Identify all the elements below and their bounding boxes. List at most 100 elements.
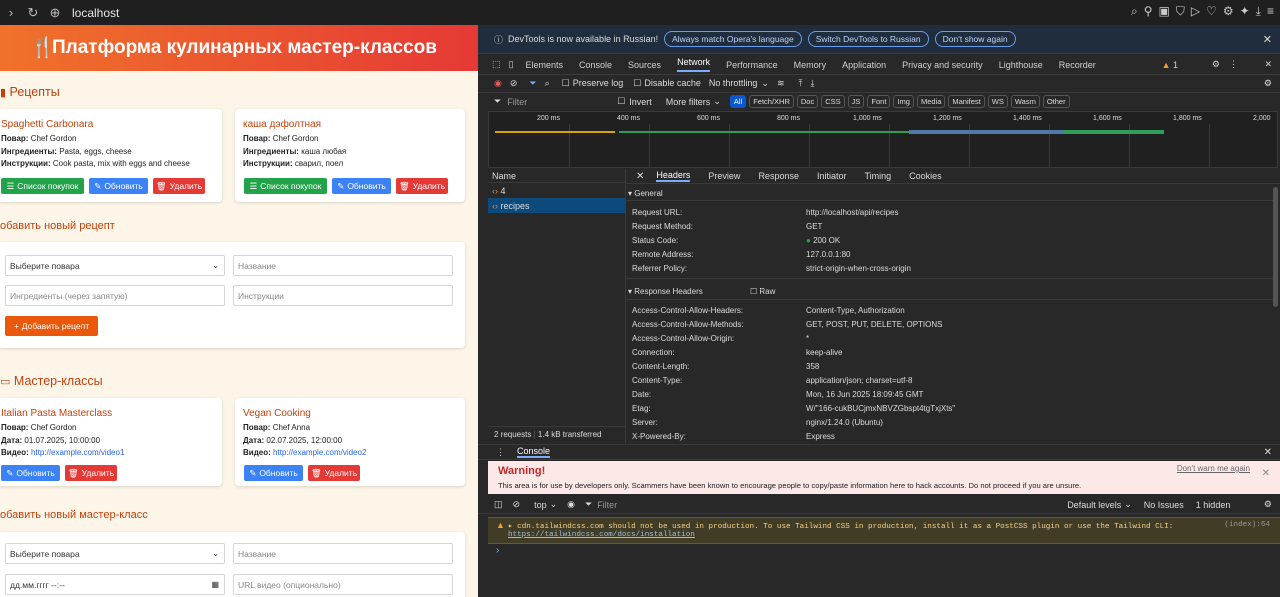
video-link[interactable]: http://example.com/video2 <box>273 448 366 457</box>
request-row[interactable]: ‹› 4 <box>488 183 625 198</box>
close-warning-icon[interactable]: ✕ <box>1262 468 1270 479</box>
tab-response[interactable]: Response <box>758 171 799 181</box>
disable-cache-checkbox[interactable]: ☐ <box>633 78 641 89</box>
shopping-list-button[interactable]: ☰ Список покупок <box>1 178 84 194</box>
tab-elements[interactable]: Elements <box>525 60 563 70</box>
chip-other[interactable]: Other <box>1042 95 1070 108</box>
tab-initiator[interactable]: Initiator <box>817 171 847 181</box>
chip-doc[interactable]: Doc <box>796 95 819 108</box>
invert-checkbox[interactable]: ☐ <box>617 96 625 107</box>
update-button[interactable]: ✎ Обновить <box>1 465 60 481</box>
tab-console-drawer[interactable]: Console <box>517 446 551 458</box>
sidebar-toggle-icon[interactable]: ◫ <box>494 499 503 510</box>
chip-css[interactable]: CSS <box>821 95 845 108</box>
filter-icon[interactable]: ⏷ <box>529 78 536 89</box>
tab-sources[interactable]: Sources <box>628 60 661 70</box>
wifi-icon[interactable]: ≋ <box>777 78 785 89</box>
camera-icon[interactable]: ▣ <box>1158 4 1169 19</box>
record-icon[interactable]: ◉ <box>494 78 502 89</box>
log-levels-select[interactable]: Default levels <box>1067 500 1121 510</box>
calendar-icon[interactable]: ▦ <box>211 580 219 589</box>
dont-warn-link[interactable]: Don't warn me again <box>1177 464 1250 473</box>
tab-application[interactable]: Application <box>842 60 886 70</box>
close-details-icon[interactable]: ✕ <box>636 171 644 182</box>
network-timeline[interactable]: 200 ms 400 ms 600 ms 800 ms 1,000 ms 1,2… <box>488 111 1278 168</box>
tab-lighthouse[interactable]: Lighthouse <box>999 60 1043 70</box>
search-icon[interactable]: ⌕ <box>545 78 550 89</box>
dont-show-again-button[interactable]: Don't show again <box>934 31 1016 47</box>
tab-console[interactable]: Console <box>579 60 612 70</box>
log-link[interactable]: https://tailwindcss.com/docs/installatio… <box>508 531 695 539</box>
throttling-select[interactable]: No throttling <box>709 78 758 88</box>
preserve-log-checkbox[interactable]: ☐ <box>562 78 570 89</box>
name-column-header[interactable]: Name <box>488 169 625 183</box>
context-select[interactable]: top <box>534 500 547 510</box>
chip-wasm[interactable]: Wasm <box>1010 95 1040 108</box>
delete-button[interactable]: 🗑 Удалить <box>153 178 205 194</box>
delete-button[interactable]: 🗑 Удалить <box>308 465 360 481</box>
extensions-icon[interactable]: ✦ <box>1240 4 1250 19</box>
console-prompt-icon[interactable]: › <box>496 545 499 556</box>
tab-performance[interactable]: Performance <box>726 60 778 70</box>
chef-select[interactable]: Выберите повара ⌄ <box>5 255 225 276</box>
switch-language-button[interactable]: Switch DevTools to Russian <box>807 31 929 47</box>
device-icon[interactable]: ▯ <box>509 59 514 70</box>
import-icon[interactable]: ⤒ <box>799 78 803 89</box>
delete-button[interactable]: 🗑 Удалить <box>65 465 117 481</box>
close-devtools-icon[interactable]: ✕ <box>1264 59 1272 70</box>
update-button[interactable]: ✎ Обновить <box>244 465 303 481</box>
request-row-selected[interactable]: ‹› recipes <box>488 198 625 213</box>
pin-icon[interactable]: ⚲ <box>1144 4 1153 19</box>
update-button[interactable]: ✎ Обновить <box>332 178 391 194</box>
eye-icon[interactable]: ◉ <box>567 499 575 510</box>
video-url-input[interactable]: URL видео (опционально) <box>233 574 453 595</box>
network-filter-input[interactable]: Filter <box>507 97 617 107</box>
chef-select[interactable]: Выберите повара ⌄ <box>5 543 225 564</box>
tab-headers[interactable]: Headers <box>656 170 691 182</box>
chip-all[interactable]: All <box>729 95 747 108</box>
shield-icon[interactable]: ⛉ <box>1176 4 1185 19</box>
settings-icon[interactable]: ⚙ <box>1223 4 1234 19</box>
search-icon[interactable]: ⌕ <box>1131 4 1138 19</box>
forward-icon[interactable]: › <box>0 5 22 20</box>
tab-preview[interactable]: Preview <box>708 171 740 181</box>
chip-js[interactable]: JS <box>847 95 865 108</box>
console-filter-input[interactable]: Filter <box>597 500 1067 510</box>
menu-icon[interactable]: ≡ <box>1267 4 1274 19</box>
raw-checkbox[interactable]: ☐ Raw <box>750 287 775 296</box>
class-name-input[interactable]: Название <box>233 543 453 564</box>
clear-console-icon[interactable]: ⊘ <box>513 499 521 510</box>
settings-icon[interactable]: ⚙ <box>1212 59 1220 70</box>
chip-media[interactable]: Media <box>916 95 946 108</box>
chip-ws[interactable]: WS <box>987 95 1008 108</box>
console-settings-icon[interactable]: ⚙ <box>1264 499 1272 510</box>
video-link[interactable]: http://example.com/video1 <box>31 448 124 457</box>
chip-fetch[interactable]: Fetch/XHR <box>749 95 794 108</box>
close-drawer-icon[interactable]: ✕ <box>1264 447 1272 458</box>
log-source-link[interactable]: (index):64 <box>1224 521 1270 529</box>
play-icon[interactable]: ▷ <box>1191 4 1200 19</box>
response-headers-section-header[interactable]: ▾ Response Headers <box>628 287 703 296</box>
match-language-button[interactable]: Always match Opera's language <box>664 31 802 47</box>
address-bar[interactable]: localhost <box>72 6 119 20</box>
shopping-list-button[interactable]: ☰ Список покупок <box>244 178 327 194</box>
tab-privacy[interactable]: Privacy and security <box>902 60 983 70</box>
general-section-header[interactable]: ▾ General <box>628 189 1278 198</box>
drawer-menu-icon[interactable]: ⋮ <box>496 447 505 458</box>
ingredients-input[interactable]: Ингредиенты (через запятую) <box>5 285 225 306</box>
more-filters-button[interactable]: More filters <box>666 97 711 107</box>
network-settings-icon[interactable]: ⚙ <box>1264 78 1272 89</box>
download-icon[interactable]: ⤓ <box>1256 4 1261 19</box>
date-input[interactable]: дд.мм.гггг --:-- ▦ <box>5 574 225 595</box>
reload-icon[interactable]: ↻ <box>22 5 44 21</box>
update-button[interactable]: ✎ Обновить <box>89 178 148 194</box>
chip-img[interactable]: Img <box>893 95 914 108</box>
tab-network[interactable]: Network <box>677 57 711 72</box>
more-icon[interactable]: ⋮ <box>1229 59 1238 70</box>
close-icon[interactable]: ✕ <box>1263 33 1272 46</box>
chip-font[interactable]: Font <box>867 95 891 108</box>
chip-manifest[interactable]: Manifest <box>948 95 985 108</box>
clear-icon[interactable]: ⊘ <box>510 78 518 89</box>
tab-memory[interactable]: Memory <box>794 60 827 70</box>
tab-recorder[interactable]: Recorder <box>1059 60 1096 70</box>
